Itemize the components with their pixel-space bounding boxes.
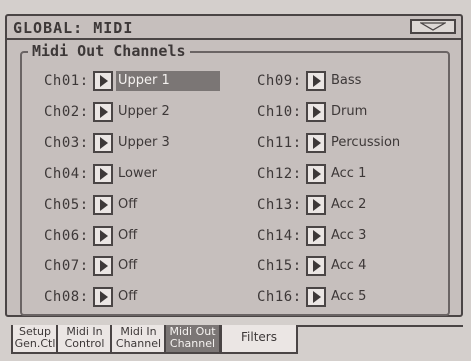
tab-label-line1: Filters [241,330,277,344]
channel-dropdown-button[interactable] [93,195,113,215]
channel-dropdown-button[interactable] [93,256,113,276]
triangle-right-icon [100,230,108,242]
channel-dropdown-button[interactable] [93,102,113,122]
channel-label: Ch14: [257,228,302,244]
triangle-right-icon [100,168,108,180]
tab-label-line2: Channel [169,337,216,350]
channel-label: Ch02: [44,104,89,120]
channel-dropdown-button[interactable] [306,71,326,91]
channel-value[interactable]: Acc 4 [329,256,431,276]
channel-value[interactable]: Acc 1 [329,164,431,184]
channel-value[interactable]: Off [116,256,220,276]
triangle-right-icon [100,106,108,118]
channel-row-ch05: Ch05: Off [44,195,218,217]
channel-row-ch12: Ch12: Acc 1 [257,164,429,186]
channel-row-ch01: Ch01: Upper 1 [44,71,220,93]
channel-row-ch06: Ch06: Off [44,226,218,248]
channel-label: Ch03: [44,135,89,151]
channel-label: Ch16: [257,289,302,305]
triangle-right-icon [100,75,108,87]
channel-label: Ch04: [44,166,89,182]
page-title: GLOBAL: MIDI [13,19,134,37]
triangle-right-icon [100,199,108,211]
channel-value[interactable]: Upper 1 [116,71,220,91]
tab-midi-in-control[interactable]: Midi In Control [56,325,113,354]
channel-row-ch16: Ch16: Acc 5 [257,287,429,309]
channel-value[interactable]: Off [116,287,220,307]
channel-label: Ch11: [257,135,302,151]
channel-label: Ch01: [44,73,89,89]
channel-dropdown-button[interactable] [306,256,326,276]
tab-midi-in-channel[interactable]: Midi In Channel [110,325,167,354]
channel-row-ch14: Ch14: Acc 3 [257,226,429,248]
tab-filters[interactable]: Filters [220,325,298,354]
triangle-down-icon [420,22,446,31]
channel-value[interactable]: Lower [116,164,220,184]
channel-row-ch11: Ch11: Percussion [257,133,429,155]
channel-row-ch13: Ch13: Acc 2 [257,195,429,217]
triangle-right-icon [313,260,321,272]
channel-label: Ch10: [257,104,302,120]
triangle-right-icon [313,106,321,118]
channel-dropdown-button[interactable] [306,164,326,184]
channel-dropdown-button[interactable] [93,287,113,307]
channel-dropdown-button[interactable] [306,226,326,246]
channel-label: Ch15: [257,258,302,274]
channel-dropdown-button[interactable] [306,102,326,122]
triangle-right-icon [313,199,321,211]
channel-value[interactable]: Off [116,226,220,246]
channel-value[interactable]: Upper 3 [116,133,220,153]
channel-row-ch10: Ch10: Drum [257,102,429,124]
channel-row-ch04: Ch04: Lower [44,164,218,186]
channel-label: Ch13: [257,197,302,213]
tab-midi-out-channel[interactable]: Midi Out Channel [164,325,221,354]
channel-label: Ch06: [44,228,89,244]
channel-value[interactable]: Acc 3 [329,226,431,246]
channel-dropdown-button[interactable] [93,226,113,246]
triangle-right-icon [313,137,321,149]
channel-row-ch07: Ch07: Off [44,256,218,278]
channel-dropdown-button[interactable] [93,164,113,184]
channel-value[interactable]: Off [116,195,220,215]
channel-dropdown-button[interactable] [306,195,326,215]
channel-label: Ch05: [44,197,89,213]
channel-value[interactable]: Bass [329,71,431,91]
tab-label-line2: Control [64,337,105,350]
channel-value[interactable]: Acc 5 [329,287,431,307]
channel-label: Ch09: [257,73,302,89]
channel-dropdown-button[interactable] [306,133,326,153]
channel-dropdown-button[interactable] [306,287,326,307]
channel-label: Ch07: [44,258,89,274]
channel-row-ch15: Ch15: Acc 4 [257,256,429,278]
channel-row-ch03: Ch03: Upper 3 [44,133,218,155]
triangle-right-icon [100,260,108,272]
triangle-right-icon [313,75,321,87]
tab-label-line2: Channel [115,337,162,350]
channel-dropdown-button[interactable] [93,133,113,153]
channel-label: Ch12: [257,166,302,182]
triangle-right-icon [313,230,321,242]
channel-row-ch02: Ch02: Upper 2 [44,102,218,124]
channel-row-ch09: Ch09: Bass [257,71,429,93]
channel-dropdown-button[interactable] [93,71,113,91]
title-bar: GLOBAL: MIDI [7,16,461,40]
channel-value[interactable]: Drum [329,102,431,122]
triangle-right-icon [100,137,108,149]
channel-label: Ch08: [44,289,89,305]
channel-row-ch08: Ch08: Off [44,287,218,309]
global-midi-screen: GLOBAL: MIDI Midi Out Channels Ch01: Uppe… [0,0,471,361]
channel-value[interactable]: Upper 2 [116,102,220,122]
page-menu-button[interactable] [410,19,456,34]
channel-value[interactable]: Acc 2 [329,195,431,215]
tab-baseline [298,325,463,327]
triangle-right-icon [313,168,321,180]
group-title: Midi Out Channels [28,42,190,60]
triangle-right-icon [100,291,108,303]
channel-value[interactable]: Percussion [329,133,431,153]
tab-label-line2: Gen.Ctl [14,337,56,350]
triangle-right-icon [313,291,321,303]
tab-setup-gen-ctl[interactable]: Setup Gen.Ctl [11,325,59,354]
